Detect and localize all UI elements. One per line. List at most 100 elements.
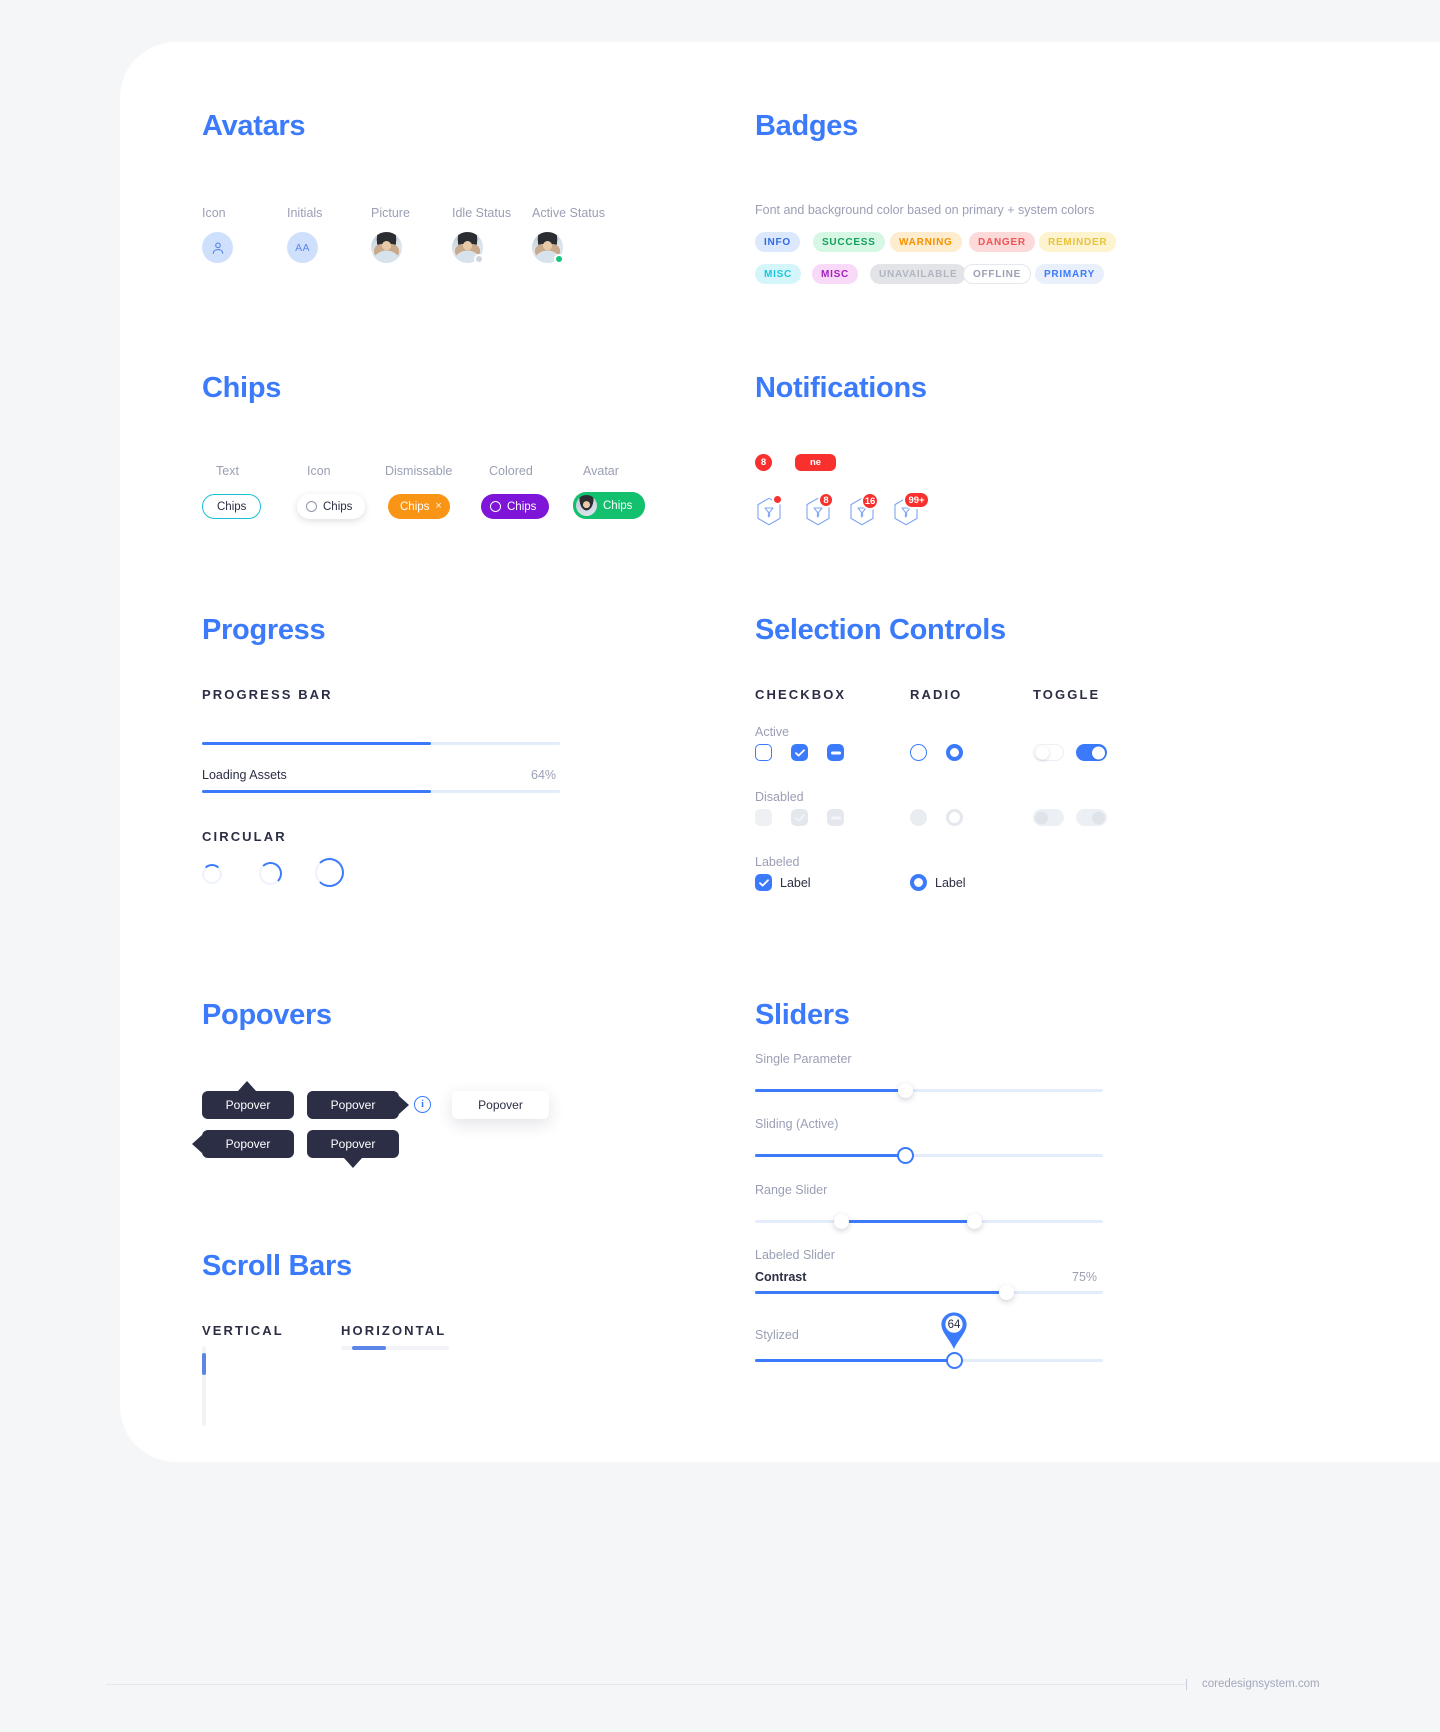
avatar-icon[interactable] xyxy=(202,232,233,263)
slider-labeled-thumb[interactable] xyxy=(999,1285,1014,1300)
slider-label-labeled: Labeled Slider xyxy=(755,1248,835,1262)
slider-stylized-fill xyxy=(755,1359,954,1362)
popover-right[interactable]: Popover xyxy=(307,1091,399,1119)
avatar-initials[interactable]: AA xyxy=(287,232,318,263)
section-title-notifications: Notifications xyxy=(755,372,927,404)
section-title-popovers: Popovers xyxy=(202,999,332,1031)
badge-warning[interactable]: WARNING xyxy=(890,232,962,252)
radio-disabled-selected xyxy=(946,809,963,826)
badge-reminder[interactable]: REMINDER xyxy=(1039,232,1117,252)
minus-icon xyxy=(830,751,841,754)
chip-dismissable-label: Chips xyxy=(400,500,430,513)
checkbox-label-text: Label xyxy=(780,876,811,890)
slider-range-thumb-end[interactable] xyxy=(967,1214,982,1229)
slider-single-fill xyxy=(755,1089,905,1092)
notification-hex-dot[interactable] xyxy=(756,494,784,527)
chip-label-icon: Icon xyxy=(307,464,331,478)
chip-label-text: Text xyxy=(216,464,239,478)
close-icon[interactable]: × xyxy=(435,501,441,512)
progress-label: Loading Assets xyxy=(202,768,287,782)
popover-left[interactable]: Popover xyxy=(202,1130,294,1158)
badge-info[interactable]: INFO xyxy=(755,232,800,252)
slider-value-pin: 64 xyxy=(937,1310,971,1352)
notification-hex-8[interactable]: 8 xyxy=(805,492,834,527)
badge-primary[interactable]: PRIMARY xyxy=(1035,264,1104,284)
scrollbar-vertical-thumb[interactable] xyxy=(202,1353,206,1375)
chip-colored-label: Chips xyxy=(507,500,537,513)
chip-label-avatar: Avatar xyxy=(583,464,619,478)
slider-sliding-thumb[interactable] xyxy=(897,1147,914,1164)
notification-count-16: 16 xyxy=(861,492,879,510)
notification-hex-99plus[interactable]: 99+ xyxy=(893,491,930,527)
avatar-picture[interactable] xyxy=(371,232,402,263)
checkbox-disabled-indeterminate xyxy=(827,809,844,826)
user-icon xyxy=(212,241,223,254)
scrollbar-horizontal-thumb[interactable] xyxy=(352,1346,386,1350)
avatar-label-active: Active Status xyxy=(532,206,605,220)
chip-avatar[interactable]: Chips xyxy=(573,492,646,519)
slider-range-fill xyxy=(842,1220,975,1223)
popover-top[interactable]: Popover xyxy=(202,1091,294,1119)
chip-icon[interactable]: Chips xyxy=(297,494,366,519)
row-label-disabled: Disabled xyxy=(755,790,804,804)
notification-count-8: 8 xyxy=(818,492,834,508)
chip-ring-icon xyxy=(306,501,317,512)
chip-label-colored: Colored xyxy=(489,464,533,478)
popover-bottom[interactable]: Popover xyxy=(307,1130,399,1158)
avatar-label-picture: Picture xyxy=(371,206,410,220)
slider-pin-value: 64 xyxy=(947,1319,961,1331)
section-title-badges: Badges xyxy=(755,110,858,142)
toggle-on[interactable] xyxy=(1076,744,1107,761)
slider-labeled-name: Contrast xyxy=(755,1270,807,1284)
toggle-off[interactable] xyxy=(1033,744,1064,761)
section-title-scrollbars: Scroll Bars xyxy=(202,1250,352,1282)
avatar-idle-status[interactable] xyxy=(452,232,484,264)
toggle-disabled-on xyxy=(1076,809,1107,826)
popover-tail-right xyxy=(399,1096,409,1114)
avatar-initials-text: AA xyxy=(295,241,310,254)
chip-avatar-label: Chips xyxy=(603,499,633,512)
notification-count-99plus: 99+ xyxy=(903,491,930,509)
check-icon xyxy=(794,813,805,821)
slider-stylized-thumb[interactable] xyxy=(946,1352,963,1369)
toggle-knob xyxy=(1036,746,1049,759)
radio-unselected[interactable] xyxy=(910,744,927,761)
checkbox-indeterminate[interactable] xyxy=(827,744,844,761)
chip-text[interactable]: Chips xyxy=(202,494,262,519)
avatar-label-icon: Icon xyxy=(202,206,226,220)
radio-label-text: Label xyxy=(935,876,966,890)
footer-tick xyxy=(1186,1679,1187,1690)
avatar-active-status[interactable] xyxy=(532,232,564,264)
radio-labeled[interactable] xyxy=(910,874,927,891)
checkbox-labeled[interactable] xyxy=(755,874,772,891)
chip-dismissable[interactable]: Chips × xyxy=(388,494,450,519)
notification-badge-ne[interactable]: ne xyxy=(795,454,836,471)
checkbox-unchecked[interactable] xyxy=(755,744,772,761)
status-dot-idle xyxy=(474,254,484,264)
footer-divider xyxy=(106,1684,1186,1685)
chip-text-label: Chips xyxy=(217,500,247,513)
checkbox-checked[interactable] xyxy=(791,744,808,761)
badge-offline[interactable]: OFFLINE xyxy=(963,264,1032,284)
chip-label-dismissable: Dismissable xyxy=(385,464,453,478)
progress-percent: 64% xyxy=(531,768,557,782)
badge-misc-cyan[interactable]: MISC xyxy=(755,264,801,284)
slider-single-thumb[interactable] xyxy=(898,1083,913,1098)
notification-badge-8[interactable]: 8 xyxy=(755,454,772,471)
chip-icon-label: Chips xyxy=(323,500,353,513)
notification-hex-16[interactable]: 16 xyxy=(849,492,879,527)
slider-range-thumb-start[interactable] xyxy=(834,1214,849,1229)
radio-selected[interactable] xyxy=(946,744,963,761)
spinner-small xyxy=(202,864,222,884)
badge-misc-purple[interactable]: MISC xyxy=(812,264,858,284)
status-dot-active xyxy=(554,254,564,264)
slider-label-single: Single Parameter xyxy=(755,1052,852,1066)
chip-colored[interactable]: Chips xyxy=(481,494,550,519)
badge-success[interactable]: SUCCESS xyxy=(813,232,885,252)
info-icon[interactable]: i xyxy=(414,1096,431,1113)
popover-light[interactable]: Popover xyxy=(452,1091,549,1119)
progress-labeled-fill xyxy=(202,790,431,793)
badge-unavailable[interactable]: UNAVAILABLE xyxy=(870,264,967,284)
popover-tail-down xyxy=(344,1158,362,1168)
badge-danger[interactable]: DANGER xyxy=(969,232,1035,252)
